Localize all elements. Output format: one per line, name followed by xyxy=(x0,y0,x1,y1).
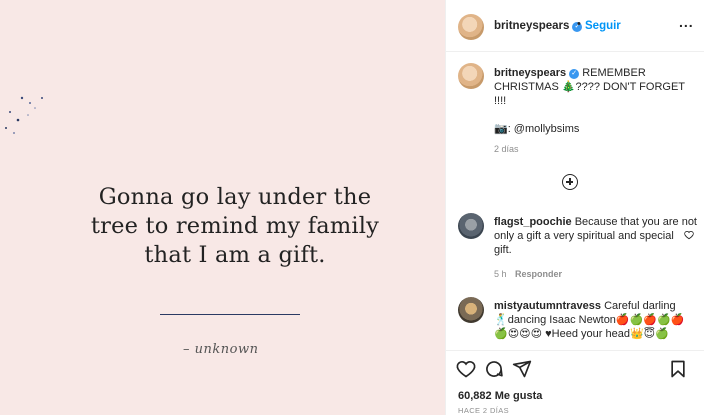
verified-icon: ✓ xyxy=(569,69,580,79)
caption-text-line: !!!! xyxy=(494,95,507,107)
save-bookmark-icon[interactable] xyxy=(668,359,688,379)
caption-avatar[interactable] xyxy=(458,63,484,89)
comment-bubble-icon[interactable] xyxy=(484,359,504,379)
commenter-avatar[interactable] xyxy=(458,297,484,323)
quote-line: Gonna go lay under the xyxy=(98,184,372,210)
comment-item: mistyautumntravess Careful darling 🕺danc… xyxy=(494,299,690,341)
commenter-avatar[interactable] xyxy=(458,213,484,239)
like-comment-icon[interactable] xyxy=(684,230,694,240)
action-bar xyxy=(446,350,704,391)
comment-item: flagst_poochie Because that you are not … xyxy=(494,215,697,257)
caption: britneyspears ✓ REMEMBER CHRISTMAS 🎄???? … xyxy=(494,66,694,136)
quote-divider xyxy=(160,314,300,316)
comment-username[interactable]: mistyautumntravess xyxy=(494,300,601,312)
comment-text-line: only a gift a very spiritual and special xyxy=(494,230,674,242)
username-text[interactable]: britneyspears xyxy=(494,20,569,32)
load-more-comments-icon[interactable] xyxy=(562,174,578,190)
caption-credit[interactable]: 📷: @mollybsims xyxy=(494,122,694,136)
separator-dot: • xyxy=(577,18,581,30)
caption-text-line: REMEMBER xyxy=(582,67,646,79)
post-sidebar: britneyspears ✓ • Seguir ... britneyspear… xyxy=(445,0,704,415)
post-age: HACE 2 DÍAS xyxy=(458,406,510,415)
comment-text-line: gift. xyxy=(494,244,512,256)
caption-time: 2 días xyxy=(494,144,519,154)
comment-time: 5 h xyxy=(494,269,507,279)
quote-text: Gonna go lay under the tree to remind my… xyxy=(60,183,410,270)
comment-text-line: Because that you are not xyxy=(574,216,697,228)
caption-text-line: CHRISTMAS 🎄???? DON'T FORGET xyxy=(494,81,686,93)
share-paper-plane-icon[interactable] xyxy=(512,359,532,379)
quote-line: tree to remind my family xyxy=(90,213,380,239)
comment-username[interactable]: flagst_poochie xyxy=(494,216,572,228)
more-options-icon[interactable]: ... xyxy=(679,14,694,30)
quote-line: that I am a gift. xyxy=(144,242,326,268)
like-heart-icon[interactable] xyxy=(456,359,476,379)
quote-author: – unknown xyxy=(183,342,259,357)
comment-text-line: 🕺dancing Isaac Newton🍎🍏🍎🍏🍎 xyxy=(494,314,685,326)
post-header: britneyspears ✓ • Seguir ... xyxy=(446,0,704,52)
caption-username[interactable]: britneyspears xyxy=(494,67,566,79)
author-username[interactable]: britneyspears ✓ xyxy=(494,20,583,32)
post-image[interactable]: Gonna go lay under the tree to remind my… xyxy=(0,0,445,415)
comment-text-line: Careful darling xyxy=(604,300,676,312)
author-avatar[interactable] xyxy=(458,14,484,40)
instagram-post-view: Gonna go lay under the tree to remind my… xyxy=(0,0,704,415)
reply-button[interactable]: Responder xyxy=(515,269,562,279)
comment-text-line: 🍏😍😍😍 ♥Heed your head👑😇🍏 xyxy=(494,328,669,340)
follow-button[interactable]: Seguir xyxy=(585,20,621,32)
decorative-dots xyxy=(5,96,43,134)
like-count[interactable]: 60,882 Me gusta xyxy=(458,390,542,402)
